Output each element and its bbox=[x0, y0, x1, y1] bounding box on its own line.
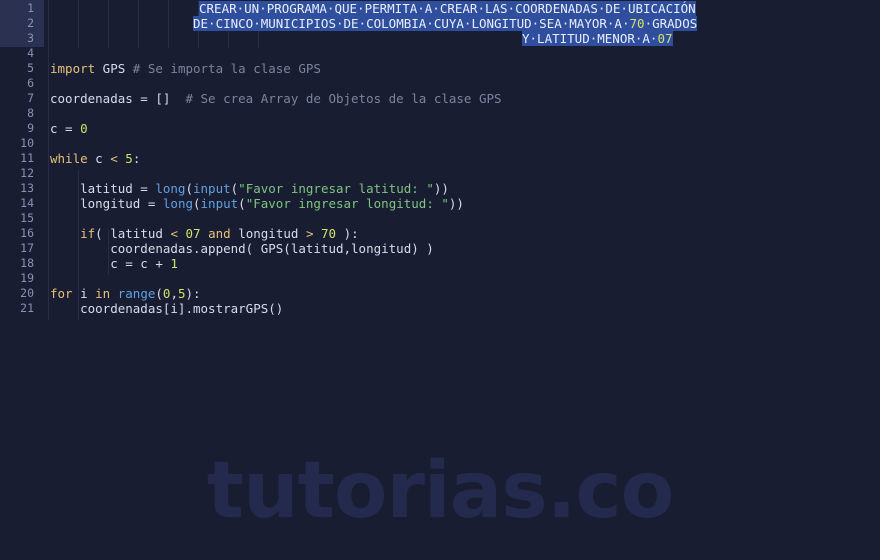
comment-text: ·GRADOS bbox=[644, 16, 698, 31]
numeric-literal: 70 bbox=[629, 16, 645, 31]
keyword-token: import bbox=[50, 61, 96, 76]
plain-token: coordenadas[i].mostrarGPS() bbox=[50, 301, 284, 316]
selected-comment-line[interactable]: CREAR·UN·PROGRAMA·QUE·PERMITA·A·CREAR·LA… bbox=[199, 1, 696, 16]
line-number[interactable]: 5 bbox=[0, 61, 34, 76]
code-line[interactable]: c = c + 1 bbox=[50, 256, 178, 271]
line-number[interactable]: 2 bbox=[0, 16, 34, 31]
plain-token: c bbox=[87, 151, 111, 166]
numeric-literal: 5 bbox=[177, 286, 186, 301]
selected-comment-line[interactable]: Y·LATITUD·MENOR·A·07 bbox=[522, 31, 673, 46]
plain-token: c = c + bbox=[50, 256, 171, 271]
code-line[interactable]: for i in range(0,5): bbox=[50, 286, 201, 301]
code-line[interactable]: longitud = long(input("Favor ingresar lo… bbox=[50, 196, 464, 211]
line-number[interactable]: 6 bbox=[0, 76, 34, 91]
numeric-literal: 5 bbox=[125, 151, 133, 166]
plain-token: latitud = bbox=[50, 181, 156, 196]
line-number[interactable]: 4 bbox=[0, 46, 34, 61]
plain-token: coordenadas = [] bbox=[50, 91, 186, 106]
code-line[interactable]: latitud = long(input("Favor ingresar lat… bbox=[50, 181, 449, 196]
code-content[interactable]: CREAR·UN·PROGRAMA·QUE·PERMITA·A·CREAR·LA… bbox=[44, 0, 880, 560]
numeric-literal: 1 bbox=[170, 256, 178, 271]
line-number[interactable]: 20 bbox=[0, 286, 34, 301]
plain-token: : bbox=[132, 151, 141, 166]
plain-token: ( bbox=[155, 286, 163, 301]
plain-token: ( bbox=[193, 196, 201, 211]
line-number[interactable]: 19 bbox=[0, 271, 34, 286]
plain-token: longitud = bbox=[50, 196, 163, 211]
keyword-token: if bbox=[80, 226, 96, 241]
code-line[interactable]: coordenadas = [] # Se crea Array de Obje… bbox=[50, 91, 502, 106]
code-line[interactable]: import GPS # Se importa la clase GPS bbox=[50, 61, 321, 76]
line-number-gutter[interactable]: 1 2 3 4 5 6 7 8 9 10 11 12 13 14 15 16 17 18 19 20 21 bbox=[0, 0, 44, 560]
code-line[interactable]: coordenadas[i].mostrarGPS() bbox=[50, 301, 283, 316]
keyword-token: while bbox=[50, 151, 88, 166]
line-number[interactable]: 17 bbox=[0, 241, 34, 256]
line-number[interactable]: 9 bbox=[0, 121, 34, 136]
line-number[interactable]: 21 bbox=[0, 301, 34, 316]
code-line[interactable]: coordenadas.append( GPS(latitud,longitud… bbox=[50, 241, 434, 256]
line-number[interactable]: 15 bbox=[0, 211, 34, 226]
plain-token: , bbox=[170, 286, 178, 301]
function-token: long bbox=[162, 196, 193, 211]
keyword-token: < bbox=[170, 226, 178, 241]
function-token: input bbox=[193, 181, 231, 196]
line-number[interactable]: 3 bbox=[0, 31, 34, 46]
plain-token: ): bbox=[185, 286, 201, 301]
plain-token: )) bbox=[448, 196, 464, 211]
function-token: range bbox=[117, 286, 156, 301]
keyword-token: < bbox=[110, 151, 118, 166]
function-token: long bbox=[155, 181, 186, 196]
numeric-literal: 0 bbox=[80, 121, 88, 136]
line-number[interactable]: 13 bbox=[0, 181, 34, 196]
code-editor[interactable]: tutorias.co 1 2 3 4 5 6 7 8 9 10 11 12 13 14 15 16 17 18 1… bbox=[0, 0, 880, 560]
function-token: input bbox=[200, 196, 239, 211]
plain-token: i bbox=[72, 286, 96, 301]
line-number[interactable]: 11 bbox=[0, 151, 34, 166]
code-line[interactable]: c = 0 bbox=[50, 121, 88, 136]
line-number[interactable]: 16 bbox=[0, 226, 34, 241]
plain-token: ( bbox=[238, 196, 246, 211]
comment-text: DE·CINCO·MUNICIPIOS·DE·COLOMBIA·CUYA·LON… bbox=[193, 16, 630, 31]
string-literal: "Favor ingresar latitud: " bbox=[238, 181, 434, 196]
keyword-token: and bbox=[208, 226, 231, 241]
plain-token: ( bbox=[185, 181, 193, 196]
plain-token: ( latitud bbox=[95, 226, 171, 241]
code-line[interactable]: if( latitud < 07 and longitud > 70 ): bbox=[50, 226, 359, 241]
keyword-token: for bbox=[50, 286, 73, 301]
numeric-literal: 70 bbox=[321, 226, 337, 241]
comment-token: # Se crea Array de Objetos de la clase G… bbox=[185, 91, 502, 106]
comment-token: # Se importa la clase GPS bbox=[132, 61, 321, 76]
line-number[interactable]: 7 bbox=[0, 91, 34, 106]
line-number[interactable]: 14 bbox=[0, 196, 34, 211]
code-line[interactable]: while c < 5: bbox=[50, 151, 140, 166]
plain-token: c = bbox=[50, 121, 81, 136]
keyword-token: in bbox=[95, 286, 111, 301]
line-number[interactable]: 1 bbox=[0, 1, 34, 16]
line-number[interactable]: 12 bbox=[0, 166, 34, 181]
plain-token: GPS bbox=[95, 61, 133, 76]
numeric-literal: 07 bbox=[657, 31, 673, 46]
plain-token: coordenadas.append( GPS(latitud,longitud… bbox=[50, 241, 434, 256]
plain-token: ): bbox=[336, 226, 359, 241]
line-number[interactable]: 10 bbox=[0, 136, 34, 151]
comment-text: Y·LATITUD·MENOR·A· bbox=[522, 31, 658, 46]
comment-text: CREAR·UN·PROGRAMA·QUE·PERMITA·A·CREAR·LA… bbox=[199, 1, 696, 16]
string-literal: "Favor ingresar longitud: " bbox=[245, 196, 449, 211]
plain-token: )) bbox=[433, 181, 449, 196]
line-number[interactable]: 18 bbox=[0, 256, 34, 271]
numeric-literal: 07 bbox=[185, 226, 201, 241]
plain-token: longitud bbox=[230, 226, 306, 241]
selected-comment-line[interactable]: DE·CINCO·MUNICIPIOS·DE·COLOMBIA·CUYA·LON… bbox=[193, 16, 698, 31]
line-number[interactable]: 8 bbox=[0, 106, 34, 121]
